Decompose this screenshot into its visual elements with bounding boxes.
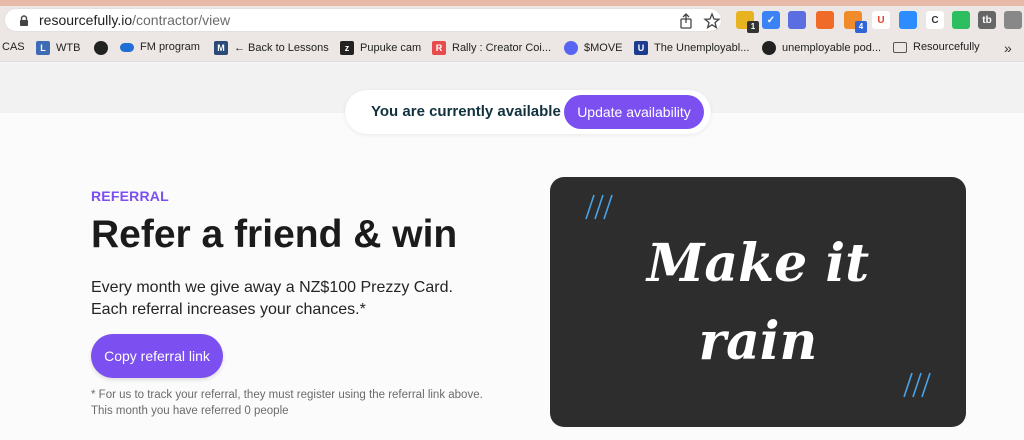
bookmark-favicon-icon: U [634,41,648,55]
bookmark-item[interactable]: R Rally : Creator Coi... [432,41,551,55]
bookmark-favicon-icon: z [340,41,354,55]
url-text[interactable]: resourcefully.io/contractor/view [39,12,230,28]
u-ext-icon[interactable]: U [872,11,890,29]
video-ext-icon[interactable] [899,11,917,29]
address-bar[interactable]: resourcefully.io/contractor/view [4,8,722,32]
bookmark-label: $MOVE [584,42,623,54]
cloud-icon [120,42,134,52]
referral-description-line-2: Each referral increases your chances.* [91,301,366,318]
user-ext-icon[interactable] [788,11,806,29]
extension-badge: 1 [747,21,759,33]
lock-icon [20,15,28,26]
bookmark-favicon-icon: M [214,41,228,55]
tb-ext-icon[interactable]: tb [978,11,996,29]
copy-referral-link-button[interactable]: Copy referral link [91,334,223,378]
rain-slashes-icon [585,194,613,220]
bookmark-label: Pupuke cam [360,42,422,54]
bookmark-label: unemployable pod... [782,42,882,54]
availability-status: You are currently available [371,103,561,120]
bookmark-label: ← Back to Lessons [234,42,329,54]
extension-label: tb [982,14,992,26]
bookmark-label: CAS [2,41,25,53]
bookmark-item[interactable]: L WTB [36,41,80,55]
folder-icon [893,41,907,53]
bookmark-item[interactable]: unemployable pod... [762,41,881,55]
referral-fine-print-line-1: * For us to track your referral, they mu… [91,389,483,401]
make-it-rain-banner: Make it rain [550,177,966,427]
evernote-ext-icon[interactable] [952,11,970,29]
bookmark-item[interactable]: $MOVE [564,41,623,55]
bookmark-star-icon[interactable] [703,12,721,30]
promo-line-1: Make it [646,233,870,294]
referral-title: Refer a friend & win [91,213,458,256]
promo-headline: Make it rain [550,225,966,381]
rain-slashes-icon [903,372,931,398]
bookmark-item[interactable]: FM program [120,41,200,53]
extension-badge: 4 [855,21,867,33]
bookmarks-bar: CAS L WTB FM program M ← Back to Lessons z Pupu… [0,34,1024,62]
bookmark-label: The Unemployabl... [654,42,750,54]
bookmark-item[interactable]: U The Unemployabl... [634,41,749,55]
url-path: /contractor/view [132,12,231,28]
extension-label: ✓ [766,14,776,26]
bookmark-label: Rally : Creator Coi... [452,42,552,54]
bookmark-item[interactable]: z Pupuke cam [340,41,421,55]
bookmark-item[interactable]: M ← Back to Lessons [214,41,329,55]
extension-label: C [931,14,939,26]
referral-description: Every month we give away a NZ$100 Prezzy… [91,277,453,321]
referral-eyebrow: REFERRAL [91,188,169,204]
referral-count-text: This month you have referred 0 people [91,405,289,417]
referral-fine-print: * For us to track your referral, they mu… [91,387,483,419]
notes-ext-icon[interactable]: 1 [736,11,759,33]
discord-icon [564,41,578,55]
bookmark-favicon-icon: R [432,41,446,55]
bookmark-item[interactable]: CAS [2,41,25,53]
bookmark-favicon-icon: L [36,41,50,55]
browser-toolbar: resourcefully.io/contractor/view 1 ✓ 4 U Ctb [0,6,1024,34]
referral-description-line-1: Every month we give away a NZ$100 Prezzy… [91,279,453,296]
chart-ext-icon[interactable] [816,11,834,29]
extension-label: U [877,14,885,26]
globe-icon [94,41,108,55]
promo-line-2: rain [698,311,818,372]
update-availability-button[interactable]: Update availability [564,95,704,129]
bookmark-item[interactable] [94,41,114,55]
tags-ext-icon[interactable]: 4 [844,11,867,33]
bookmark-label: FM program [140,41,200,53]
check-ext-icon[interactable]: ✓ [762,11,780,29]
bookmarks-overflow-button[interactable]: » [1004,40,1012,56]
bookmark-label: WTB [56,42,81,54]
availability-pill: You are currently available Update avail… [345,90,711,134]
url-host: resourcefully.io [39,12,133,28]
share-icon[interactable] [677,12,695,30]
bookmark-item[interactable]: Resourcefully [893,41,980,53]
puzzle-ext-icon[interactable] [1004,11,1022,29]
globe-icon [762,41,776,55]
c-ext-icon[interactable]: C [926,11,944,29]
bookmark-label: Resourcefully [913,41,980,53]
